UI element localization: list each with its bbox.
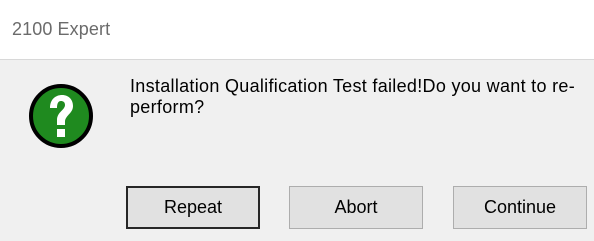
message-dialog: 2100 Expert Installation Qualification T… xyxy=(0,0,594,241)
title-bar: 2100 Expert xyxy=(0,0,594,60)
abort-button[interactable]: Abort xyxy=(289,186,423,229)
continue-button[interactable]: Continue xyxy=(453,186,587,229)
dialog-message: Installation Qualification Test failed!D… xyxy=(130,76,575,117)
repeat-button[interactable]: Repeat xyxy=(126,186,260,229)
window-title: 2100 Expert xyxy=(12,19,111,39)
question-mark-icon xyxy=(28,83,94,149)
